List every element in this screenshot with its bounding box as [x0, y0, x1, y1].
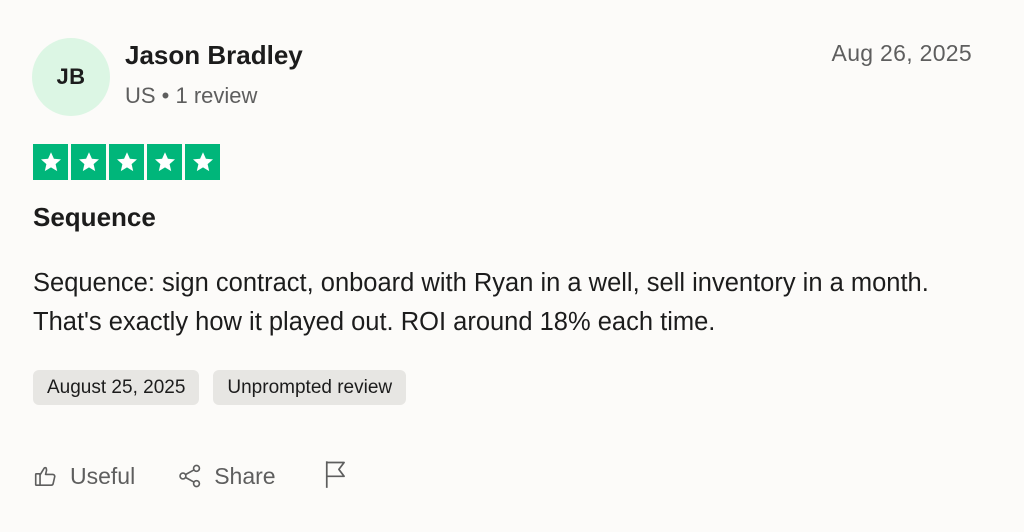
star-icon: [109, 144, 144, 180]
share-icon: [177, 463, 203, 489]
useful-label: Useful: [70, 462, 136, 489]
reviewer-meta: US • 1 review: [125, 83, 258, 108]
star-icon: [71, 144, 106, 180]
thumbs-up-icon: [33, 463, 59, 489]
review-body: Sequence: sign contract, onboard with Ry…: [33, 269, 929, 336]
star-rating: [33, 144, 220, 180]
share-label: Share: [214, 462, 276, 489]
star-icon: [147, 144, 182, 180]
star-icon: [185, 144, 220, 180]
reviewer-name[interactable]: Jason Bradley: [125, 40, 303, 71]
share-button[interactable]: Share: [177, 462, 276, 490]
review-tags: August 25, 2025 Unprompted review: [33, 370, 407, 405]
review-card: JB Jason Bradley US • 1 review Aug 26, 2…: [0, 0, 1024, 532]
star-icon: [33, 144, 68, 180]
review-actions: Useful Share: [33, 459, 350, 493]
review-date: Aug 26, 2025: [831, 40, 972, 66]
unprompted-review-tag[interactable]: Unprompted review: [213, 370, 407, 405]
avatar[interactable]: JB: [32, 38, 110, 116]
experience-date-tag: August 25, 2025: [33, 370, 200, 405]
report-button[interactable]: [322, 459, 350, 494]
useful-button[interactable]: Useful: [33, 463, 135, 490]
flag-icon: [322, 459, 350, 494]
review-title: Sequence: [33, 202, 156, 232]
